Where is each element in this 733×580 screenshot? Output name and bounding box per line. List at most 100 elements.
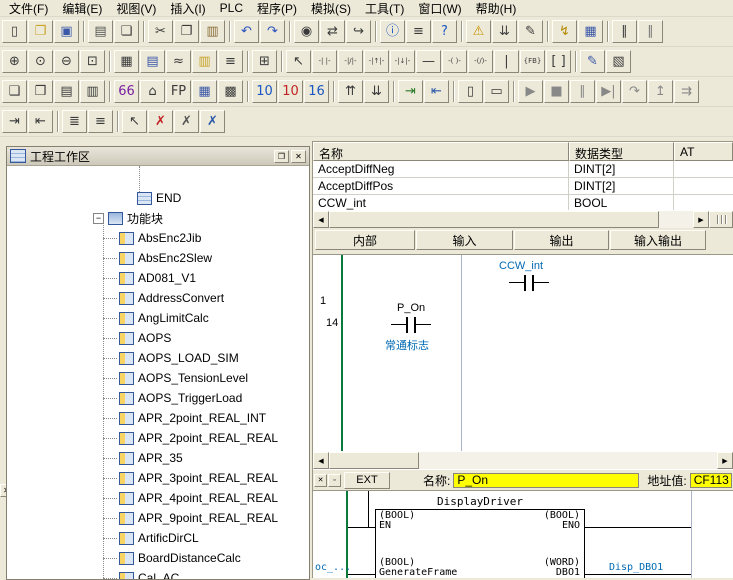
indent-rung-icon[interactable]: ⇥ — [2, 110, 27, 133]
replace-icon[interactable]: ⇄ — [320, 20, 345, 43]
function-block-ladder-view[interactable]: DisplayDriver (BOOL) EN (BOOL) ENO (BOOL… — [313, 490, 733, 578]
tree-item-function-block[interactable]: APR_9point_REAL_REAL — [7, 508, 309, 528]
close-icon[interactable]: ✕ — [291, 150, 306, 163]
open-icon[interactable]: ❐ — [28, 20, 53, 43]
menu-item[interactable]: 编辑(E) — [55, 0, 109, 18]
redo-icon[interactable]: ↷ — [260, 20, 285, 43]
continue-icon[interactable]: ⇉ — [674, 80, 699, 103]
outdent-rung-icon[interactable]: ⇤ — [28, 110, 53, 133]
stop-icon[interactable]: ■ — [544, 80, 569, 103]
print-icon[interactable]: ▤ — [88, 20, 113, 43]
rung-wrap-icon[interactable]: ≈ — [166, 50, 191, 73]
tree-item-function-block[interactable]: APR_3point_REAL_REAL — [7, 468, 309, 488]
help-icon[interactable]: ? — [432, 20, 457, 43]
contact-nc-icon[interactable]: -|/|- — [338, 50, 363, 73]
tree-item-function-block[interactable]: AOPS_LOAD_SIM — [7, 348, 309, 368]
select-tool-icon[interactable]: ↖ — [286, 50, 311, 73]
rung-comment-icon[interactable]: ≡ — [218, 50, 243, 73]
zoom-in-icon[interactable]: ⊕ — [2, 50, 27, 73]
cut-icon[interactable]: ✂ — [148, 20, 173, 43]
run-icon[interactable]: ▶ — [518, 80, 543, 103]
tree-item-function-block[interactable]: AngLimitCalc — [7, 308, 309, 328]
restore-icon[interactable]: ❐ — [274, 150, 289, 163]
contact-ccw-int[interactable] — [509, 274, 549, 292]
instruction-icon[interactable]: [ ] — [546, 50, 571, 73]
compile-all-icon[interactable]: ⇊ — [492, 20, 517, 43]
tab-output[interactable]: 输出 — [514, 230, 609, 250]
highlight-icon[interactable]: ▥ — [192, 50, 217, 73]
zoom-100-icon[interactable]: ⊡ — [80, 50, 105, 73]
step-out-icon[interactable]: ↥ — [648, 80, 673, 103]
contact-down-icon[interactable]: -|↓|- — [390, 50, 415, 73]
align-rungs-icon[interactable]: ≡ — [88, 110, 113, 133]
find-next-icon[interactable]: ↪ — [346, 20, 371, 43]
table-row[interactable]: AcceptDiffPos DINT[2] — [313, 178, 733, 195]
io-table-icon[interactable]: ▦ — [192, 80, 217, 103]
collapse-icon[interactable]: − — [93, 213, 104, 224]
step-over-icon[interactable]: ↷ — [622, 80, 647, 103]
tree-item-function-block[interactable]: ArtificDirCL — [7, 528, 309, 548]
scroll-right-button[interactable]: ▶ — [693, 211, 709, 228]
decimal-monitor-icon[interactable]: 10 — [252, 80, 277, 103]
operand-name-field[interactable]: P_On — [453, 473, 639, 488]
info-icon[interactable]: ⓘ — [380, 20, 405, 43]
remove-cross-icon[interactable]: ✗ — [200, 110, 225, 133]
column-header[interactable]: 数据类型 — [569, 142, 674, 161]
tile-horizontal-icon[interactable]: ▤ — [54, 80, 79, 103]
pane-dock-button[interactable]: ▫ — [328, 474, 341, 487]
program-mode-icon[interactable]: ▭ — [484, 80, 509, 103]
transfer-to-plc-icon[interactable]: ⇥ — [398, 80, 423, 103]
step-icon[interactable]: ▶| — [596, 80, 621, 103]
operand-address-field[interactable]: CF113 — [690, 473, 732, 488]
ladder-editor[interactable]: 1 14 CCW_int P_On 常通标志 — [313, 254, 733, 451]
contact-no-icon[interactable]: -| |- — [312, 50, 337, 73]
tree-item-function-block[interactable]: AD081_V1 — [7, 268, 309, 288]
hex-monitor-icon[interactable]: 16 — [304, 80, 329, 103]
tab-input-output[interactable]: 输入输出 — [610, 230, 706, 250]
tree-item-function-block[interactable]: AddressConvert — [7, 288, 309, 308]
menu-item[interactable]: 模拟(S) — [304, 0, 358, 18]
column-header[interactable]: 名称 — [313, 142, 569, 161]
menu-item[interactable]: PLC — [213, 0, 250, 16]
pause-icon[interactable]: ∥ — [638, 20, 663, 43]
save-icon[interactable]: ▣ — [54, 20, 79, 43]
find-icon[interactable]: ◉ — [294, 20, 319, 43]
coil-nc-icon[interactable]: -(/)- — [468, 50, 493, 73]
tree-item-function-block[interactable]: APR_2point_REAL_REAL — [7, 428, 309, 448]
properties-icon[interactable]: ≡ — [406, 20, 431, 43]
clear-cross-icon[interactable]: ✗ — [148, 110, 173, 133]
signed-decimal-icon[interactable]: 10 — [278, 80, 303, 103]
memory-view-icon[interactable]: ▩ — [218, 80, 243, 103]
coil-icon[interactable]: -( )- — [442, 50, 467, 73]
force-off-icon[interactable]: ⇊ — [364, 80, 389, 103]
menu-item[interactable]: 程序(P) — [250, 0, 304, 18]
tree-item-function-block[interactable]: APR_35 — [7, 448, 309, 468]
vertical-line-icon[interactable]: | — [494, 50, 519, 73]
contact-p-on[interactable] — [391, 316, 431, 334]
watch-window-icon[interactable]: FP — [166, 80, 191, 103]
table-row[interactable]: CCW_int BOOL — [313, 195, 733, 210]
menu-item[interactable]: 帮助(H) — [469, 0, 524, 18]
tree-item-function-block[interactable]: AOPS — [7, 328, 309, 348]
zoom-tool-icon[interactable]: ⊙ — [28, 50, 53, 73]
workspace-title-bar[interactable]: 工程工作区 ❐ ✕ — [7, 147, 309, 166]
monitor-mode-icon[interactable]: ▯ — [458, 80, 483, 103]
column-header[interactable]: AT — [674, 142, 733, 161]
tree-item-function-block[interactable]: AOPS_TensionLevel — [7, 368, 309, 388]
show-grid-icon[interactable]: ▦ — [114, 50, 139, 73]
cross-reference-icon[interactable]: 66 — [114, 80, 139, 103]
fb-invoke-icon[interactable]: {FB} — [520, 50, 545, 73]
pause-monitor-icon[interactable]: ∥ — [612, 20, 637, 43]
tile-vertical-icon[interactable]: ▥ — [80, 80, 105, 103]
new-file-icon[interactable]: ▯ — [2, 20, 27, 43]
tree-item-function-block[interactable]: AbsEnc2Jib — [7, 228, 309, 248]
scrollbar-track[interactable] — [659, 211, 693, 228]
paste-icon[interactable]: ▥ — [200, 20, 225, 43]
scrollbar-thumb[interactable] — [329, 452, 419, 469]
tab-input[interactable]: 输入 — [416, 230, 513, 250]
scroll-right-button[interactable]: ▶ — [717, 452, 733, 469]
print-preview-icon[interactable]: ❏ — [114, 20, 139, 43]
menu-item[interactable]: 文件(F) — [2, 0, 55, 18]
io-comment-icon[interactable]: ✎ — [580, 50, 605, 73]
rung-edit-icon[interactable]: ⊞ — [252, 50, 277, 73]
